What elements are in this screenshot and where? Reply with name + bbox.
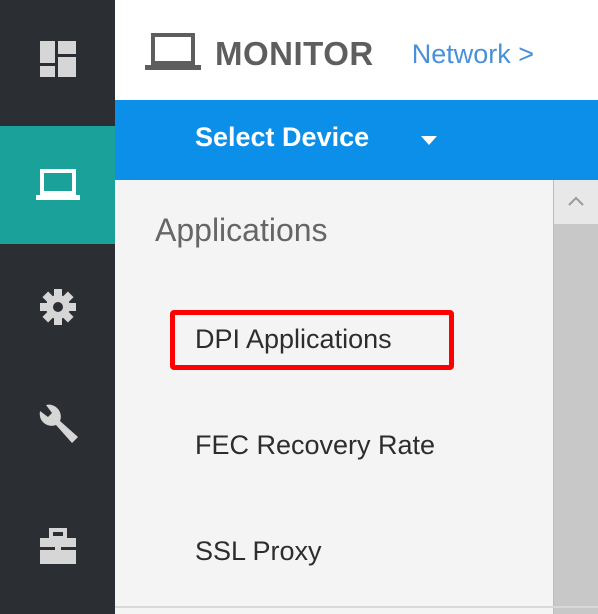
nav-monitor[interactable]	[0, 126, 115, 244]
select-device-label: Select Device	[195, 122, 370, 152]
scroll-up-button[interactable]	[554, 180, 598, 224]
submenu-panel: Applications DPI Applications FEC Recove…	[115, 180, 553, 614]
breadcrumb-network[interactable]: Network >	[412, 39, 534, 70]
wrench-icon	[34, 401, 82, 449]
menu-item-ssl-proxy[interactable]: SSL Proxy	[195, 536, 322, 567]
chevron-up-icon	[568, 193, 584, 211]
scrollbar[interactable]	[553, 180, 598, 614]
nav-dashboard[interactable]	[0, 0, 115, 118]
nav-tools[interactable]	[0, 366, 115, 484]
toolbox-icon	[38, 528, 78, 566]
select-device-dropdown[interactable]: Select Device	[115, 100, 598, 180]
section-title-applications: Applications	[155, 212, 328, 248]
gear-icon	[38, 287, 78, 327]
monitor-icon	[145, 32, 201, 77]
menu-item-fec-recovery-rate[interactable]: FEC Recovery Rate	[195, 430, 435, 461]
nav-configuration[interactable]	[0, 248, 115, 366]
divider	[115, 606, 598, 608]
page-header: MONITOR Network >	[115, 8, 598, 100]
dashboard-icon	[38, 39, 78, 79]
page-title: MONITOR	[215, 35, 374, 72]
nav-maintenance[interactable]	[0, 488, 115, 606]
app-window: MONITOR Network > Select Device Applicat…	[0, 0, 598, 614]
menu-item-dpi-applications[interactable]: DPI Applications	[195, 324, 392, 355]
left-nav-rail	[0, 0, 115, 614]
caret-down-icon	[421, 133, 437, 151]
monitor-icon	[35, 169, 80, 201]
